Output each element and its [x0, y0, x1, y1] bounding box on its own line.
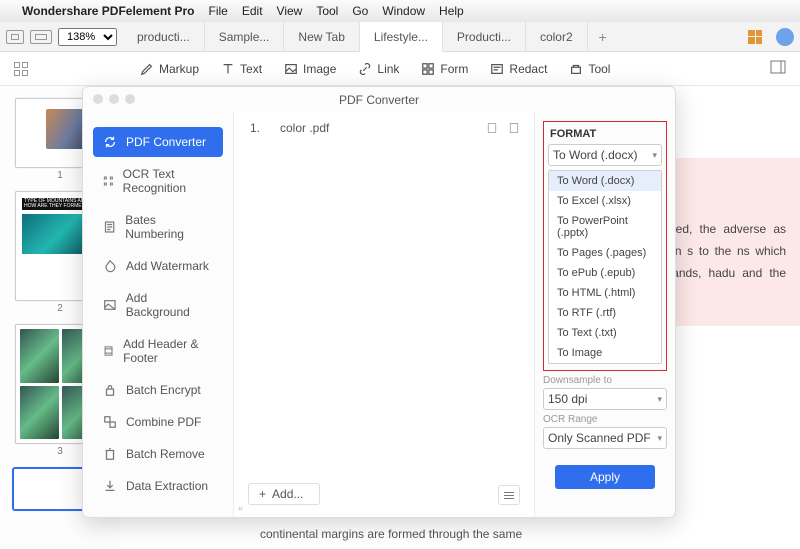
- ocr-range-label: OCR Range: [543, 414, 667, 425]
- format-panel: FORMAT To Word (.docx)▾ To Word (.docx) …: [535, 111, 675, 517]
- doc-fragment: continental margins are formed through t…: [260, 523, 560, 545]
- format-option-7[interactable]: To Text (.txt): [549, 323, 661, 343]
- apps-icon[interactable]: [748, 30, 762, 44]
- sidebar-bates[interactable]: Bates Numbering: [93, 205, 223, 249]
- tab-4[interactable]: Producti...: [443, 22, 526, 52]
- chevron-down-icon: ▾: [657, 433, 662, 444]
- document-toolbar: 138% producti... Sample... New Tab Lifes…: [0, 22, 800, 52]
- list-mode-button[interactable]: [498, 485, 520, 505]
- format-select[interactable]: To Word (.docx)▾: [548, 144, 662, 166]
- pdf-converter-modal: PDF Converter PDF Converter OCR Text Rec…: [82, 86, 676, 518]
- sidebar-pdf-converter[interactable]: PDF Converter: [93, 127, 223, 157]
- modal-sidebar: PDF Converter OCR Text Recognition Bates…: [83, 111, 233, 517]
- format-label: FORMAT: [548, 126, 662, 144]
- tool-link[interactable]: Link: [358, 62, 399, 76]
- apply-button[interactable]: Apply: [555, 465, 655, 489]
- format-option-0[interactable]: To Word (.docx): [549, 171, 661, 191]
- tool-tool[interactable]: Tool: [569, 62, 610, 76]
- page-range-icon[interactable]: [486, 122, 498, 134]
- format-option-8[interactable]: To Image: [549, 343, 661, 363]
- tab-5[interactable]: color2: [526, 22, 588, 52]
- sidebar-combine[interactable]: Combine PDF: [93, 407, 223, 437]
- sidebar-background[interactable]: Add Background: [93, 283, 223, 327]
- chevron-down-icon: ▾: [657, 394, 662, 405]
- panel-toggle-icon[interactable]: [770, 60, 786, 77]
- app-title: Wondershare PDFelement Pro: [22, 4, 195, 18]
- tool-image[interactable]: Image: [284, 62, 336, 76]
- layout-icon[interactable]: [6, 30, 24, 44]
- ocr-range-select[interactable]: Only Scanned PDF▾: [543, 427, 667, 449]
- new-tab-button[interactable]: +: [588, 29, 618, 45]
- tool-text[interactable]: Text: [221, 62, 262, 76]
- menu-tool[interactable]: Tool: [316, 4, 338, 18]
- format-option-1[interactable]: To Excel (.xlsx): [549, 191, 661, 211]
- chevron-down-icon: ▾: [652, 150, 657, 161]
- collapse-hint[interactable]: «: [238, 503, 243, 513]
- tab-1[interactable]: Sample...: [205, 22, 285, 52]
- sidebar-data-extraction[interactable]: Data Extraction: [93, 471, 223, 501]
- format-option-3[interactable]: To Pages (.pages): [549, 243, 661, 263]
- tool-form[interactable]: Form: [421, 62, 468, 76]
- tab-3[interactable]: Lifestyle...: [360, 22, 443, 52]
- menu-view[interactable]: View: [277, 4, 303, 18]
- add-button[interactable]: +Add...: [248, 483, 320, 505]
- downsample-select[interactable]: 150 dpi▾: [543, 388, 667, 410]
- layout-dropdown-icon[interactable]: [30, 30, 52, 44]
- tab-0[interactable]: producti...: [123, 22, 205, 52]
- downsample-label: Downsample to: [543, 375, 667, 386]
- tools-row: Markup Text Image Link Form Redact Tool: [0, 52, 800, 86]
- format-highlight-box: FORMAT To Word (.docx)▾ To Word (.docx) …: [543, 121, 667, 371]
- sidebar-encrypt[interactable]: Batch Encrypt: [93, 375, 223, 405]
- mac-menubar: Wondershare PDFelement Pro File Edit Vie…: [0, 0, 800, 22]
- format-option-2[interactable]: To PowerPoint (.pptx): [549, 211, 661, 243]
- modal-file-list: 1. color .pdf +Add... «: [233, 111, 535, 517]
- menu-edit[interactable]: Edit: [242, 4, 263, 18]
- avatar[interactable]: [776, 28, 794, 46]
- menu-go[interactable]: Go: [352, 4, 368, 18]
- sidebar-batch-remove[interactable]: Batch Remove: [93, 439, 223, 469]
- format-option-6[interactable]: To RTF (.rtf): [549, 303, 661, 323]
- file-row[interactable]: 1. color .pdf: [248, 121, 520, 135]
- tab-row: producti... Sample... New Tab Lifestyle.…: [123, 22, 618, 52]
- tool-redact[interactable]: Redact: [490, 62, 547, 76]
- format-option-5[interactable]: To HTML (.html): [549, 283, 661, 303]
- file-row-name: color .pdf: [280, 121, 329, 135]
- zoom-select[interactable]: 138%: [58, 28, 117, 46]
- file-row-num: 1.: [248, 121, 260, 135]
- tool-markup[interactable]: Markup: [140, 62, 199, 76]
- tab-2[interactable]: New Tab: [284, 22, 359, 52]
- sidebar-ocr[interactable]: OCR Text Recognition: [93, 159, 223, 203]
- menu-file[interactable]: File: [209, 4, 228, 18]
- plus-icon: +: [259, 487, 266, 501]
- remove-file-icon[interactable]: [508, 122, 520, 134]
- thumbnails-toggle-icon[interactable]: [14, 62, 28, 76]
- format-dropdown: To Word (.docx) To Excel (.xlsx) To Powe…: [548, 170, 662, 364]
- format-option-4[interactable]: To ePub (.epub): [549, 263, 661, 283]
- menu-window[interactable]: Window: [382, 4, 425, 18]
- sidebar-watermark[interactable]: Add Watermark: [93, 251, 223, 281]
- menu-help[interactable]: Help: [439, 4, 464, 18]
- modal-title: PDF Converter: [83, 93, 675, 107]
- sidebar-header-footer[interactable]: Add Header & Footer: [93, 329, 223, 373]
